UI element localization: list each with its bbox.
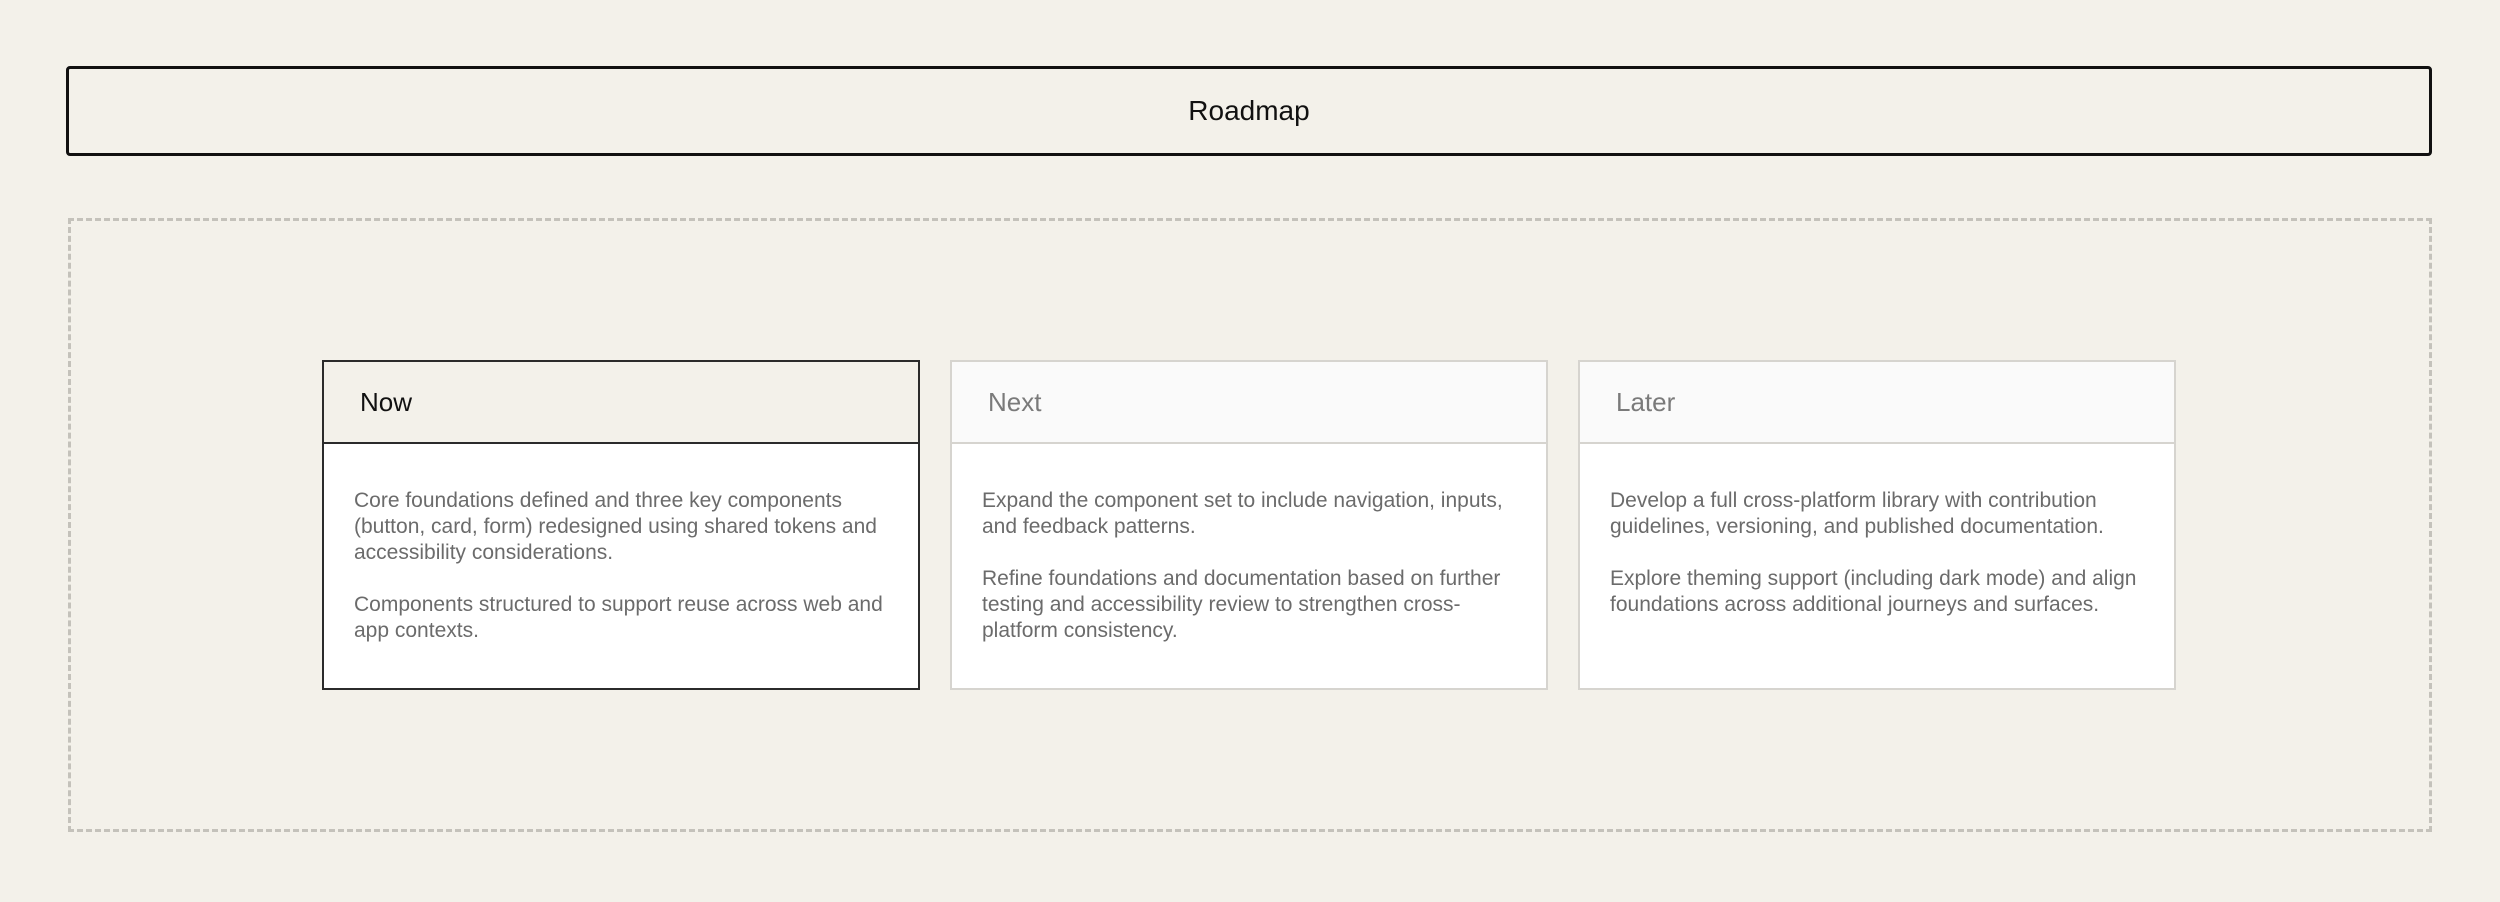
roadmap-title-bar: Roadmap [66,66,2432,156]
column-card-next[interactable]: Next Expand the component set to include… [950,360,1548,690]
column-label: Later [1616,386,1676,417]
column-header-now: Now [324,362,918,444]
column-header-later: Later [1580,362,2174,444]
column-body-now: Core foundations defined and three key c… [324,444,918,670]
column-card-now[interactable]: Now Core foundations defined and three k… [322,360,920,690]
column-body-next: Expand the component set to include navi… [952,444,1546,670]
column-label: Next [988,386,1042,417]
column-paragraph: Explore theming support (including dark … [1610,567,2137,616]
column-paragraph: Refine foundations and documentation bas… [982,567,1501,642]
column-paragraph: Expand the component set to include navi… [982,489,1503,538]
column-paragraph: Core foundations defined and three key c… [354,489,877,564]
column-paragraph: Develop a full cross-platform library wi… [1610,489,2104,538]
column-paragraph: Components structured to support reuse a… [354,593,883,642]
column-header-next: Next [952,362,1546,444]
column-card-later[interactable]: Later Develop a full cross-platform libr… [1578,360,2176,690]
page-title: Roadmap [1188,95,1310,126]
column-body-later: Develop a full cross-platform library wi… [1580,444,2174,644]
column-label: Now [360,386,413,417]
